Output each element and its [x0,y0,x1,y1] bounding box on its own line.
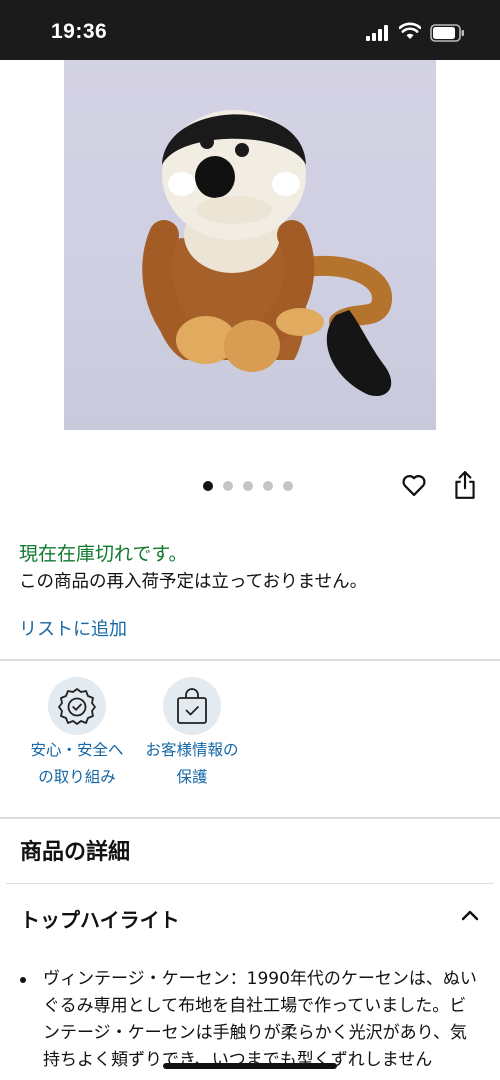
restock-note: この商品の再入荷予定は立っておりません。 [19,572,368,592]
data-protection-badge[interactable]: お客様情報の 保護 [133,677,251,791]
list-item: ヴィンテージ・ケーセン：1990年代のケーセンは、ぬいぐるみ専用として布地を自社… [18,966,478,1074]
image-carousel-dots[interactable] [203,481,293,491]
badge-label-line2: 保護 [176,768,208,786]
highlights-list: ヴィンテージ・ケーセン：1990年代のケーセンは、ぬいぐるみ専用として布地を自社… [18,966,478,1074]
status-time: 19:36 [51,20,108,43]
heart-icon[interactable] [400,471,428,499]
top-highlights-heading[interactable]: トップハイライト [20,904,180,933]
safety-badge-icon [58,688,96,725]
plush-monkey-illustration [142,110,392,396]
wifi-icon [399,22,421,39]
status-bar: 19:36 [0,0,500,60]
signal-icon [366,25,388,41]
add-to-list-link[interactable]: リストに追加 [19,615,127,641]
safety-commitment-badge[interactable]: 安心・安全へ の取り組み [18,677,136,791]
carousel-dot[interactable] [203,481,213,491]
product-details-heading: 商品の詳細 [20,840,131,865]
section-divider [0,817,500,819]
chevron-up-icon[interactable] [460,908,480,922]
carousel-dot[interactable] [263,481,273,491]
stock-status: 現在在庫切れです。 [19,543,188,565]
product-image[interactable] [64,60,436,430]
shopping-bag-check-icon [177,688,207,724]
carousel-dot[interactable] [223,481,233,491]
battery-icon [430,24,464,42]
carousel-dot[interactable] [283,481,293,491]
badge-label-line1: 安心・安全へ [30,741,124,759]
share-icon[interactable] [452,470,478,500]
carousel-dot[interactable] [243,481,253,491]
details-divider [6,883,494,884]
badge-label-line1: お客様情報の [145,741,239,759]
section-divider [0,659,500,661]
home-indicator[interactable] [163,1063,337,1069]
badge-label-line2: の取り組み [38,768,116,786]
